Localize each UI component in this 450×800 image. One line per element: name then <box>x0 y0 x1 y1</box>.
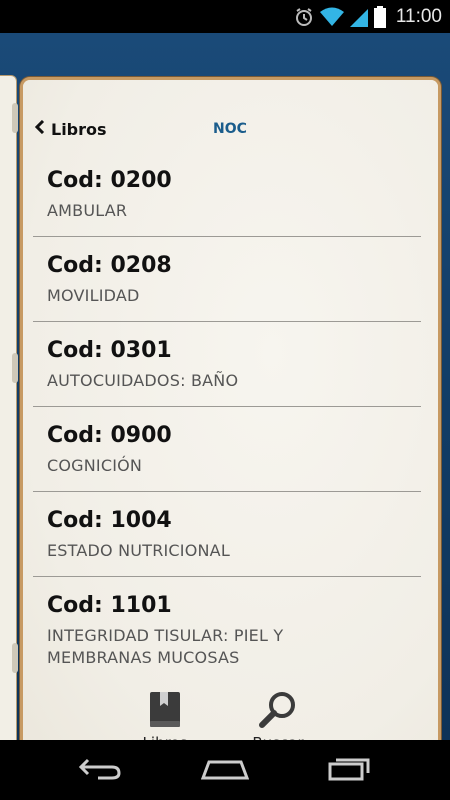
back-nav-button[interactable] <box>70 755 130 785</box>
item-name: ESTADO NUTRICIONAL <box>47 541 230 560</box>
list-item[interactable]: Cod: 1101 INTEGRIDAD TISULAR: PIEL Y MEM… <box>33 577 421 677</box>
list-item[interactable]: Cod: 1004 ESTADO NUTRICIONAL <box>33 492 421 577</box>
page-title: NOC <box>213 121 247 137</box>
list-item[interactable]: Cod: 0208 MOVILIDAD <box>33 237 421 322</box>
list-item[interactable]: Cod: 0301 AUTOCUIDADOS: BAÑO <box>33 322 421 407</box>
wifi-icon <box>319 7 344 27</box>
item-code: Cod: 0301 <box>47 338 172 363</box>
back-button[interactable]: Libros <box>34 114 107 144</box>
page-card: Libros NOC Cod: 0200 AMBULAR Cod: 0208 M… <box>20 77 441 763</box>
list-item[interactable]: Cod: 0900 COGNICIÓN <box>33 407 421 492</box>
list-item[interactable]: Cod: 0200 AMBULAR <box>33 152 421 237</box>
battery-icon <box>373 5 386 28</box>
recents-icon <box>328 755 372 785</box>
home-icon <box>200 756 250 784</box>
back-arrow-icon <box>78 756 122 784</box>
binder-ring <box>12 103 18 133</box>
chevron-left-icon <box>34 119 45 138</box>
item-code: Cod: 0208 <box>47 253 172 278</box>
binder-ring <box>12 643 18 673</box>
signal-icon <box>349 7 368 27</box>
noc-list: Cod: 0200 AMBULAR Cod: 0208 MOVILIDAD Co… <box>33 152 421 677</box>
binder-ring <box>12 353 18 383</box>
nav-bar: Libros NOC <box>23 114 438 144</box>
item-code: Cod: 0900 <box>47 423 172 448</box>
status-bar: 11:00 <box>0 0 450 33</box>
system-nav-bar <box>0 740 450 800</box>
home-nav-button[interactable] <box>195 755 255 785</box>
search-icon <box>233 690 323 730</box>
item-code: Cod: 0200 <box>47 168 172 193</box>
item-code: Cod: 1101 <box>47 593 172 618</box>
back-label: Libros <box>51 119 107 139</box>
status-time: 11:00 <box>395 5 442 27</box>
item-name: AMBULAR <box>47 201 128 220</box>
item-code: Cod: 1004 <box>47 508 172 533</box>
recents-nav-button[interactable] <box>320 755 380 785</box>
alarm-icon <box>294 7 314 27</box>
book-icon <box>120 690 210 730</box>
book-background: Libros NOC Cod: 0200 AMBULAR Cod: 0208 M… <box>0 33 450 765</box>
item-name: AUTOCUIDADOS: BAÑO <box>47 371 239 390</box>
item-name: COGNICIÓN <box>47 456 143 475</box>
item-name: INTEGRIDAD TISULAR: PIEL Y MEMBRANAS MUC… <box>47 626 284 667</box>
item-name: MOVILIDAD <box>47 286 140 305</box>
